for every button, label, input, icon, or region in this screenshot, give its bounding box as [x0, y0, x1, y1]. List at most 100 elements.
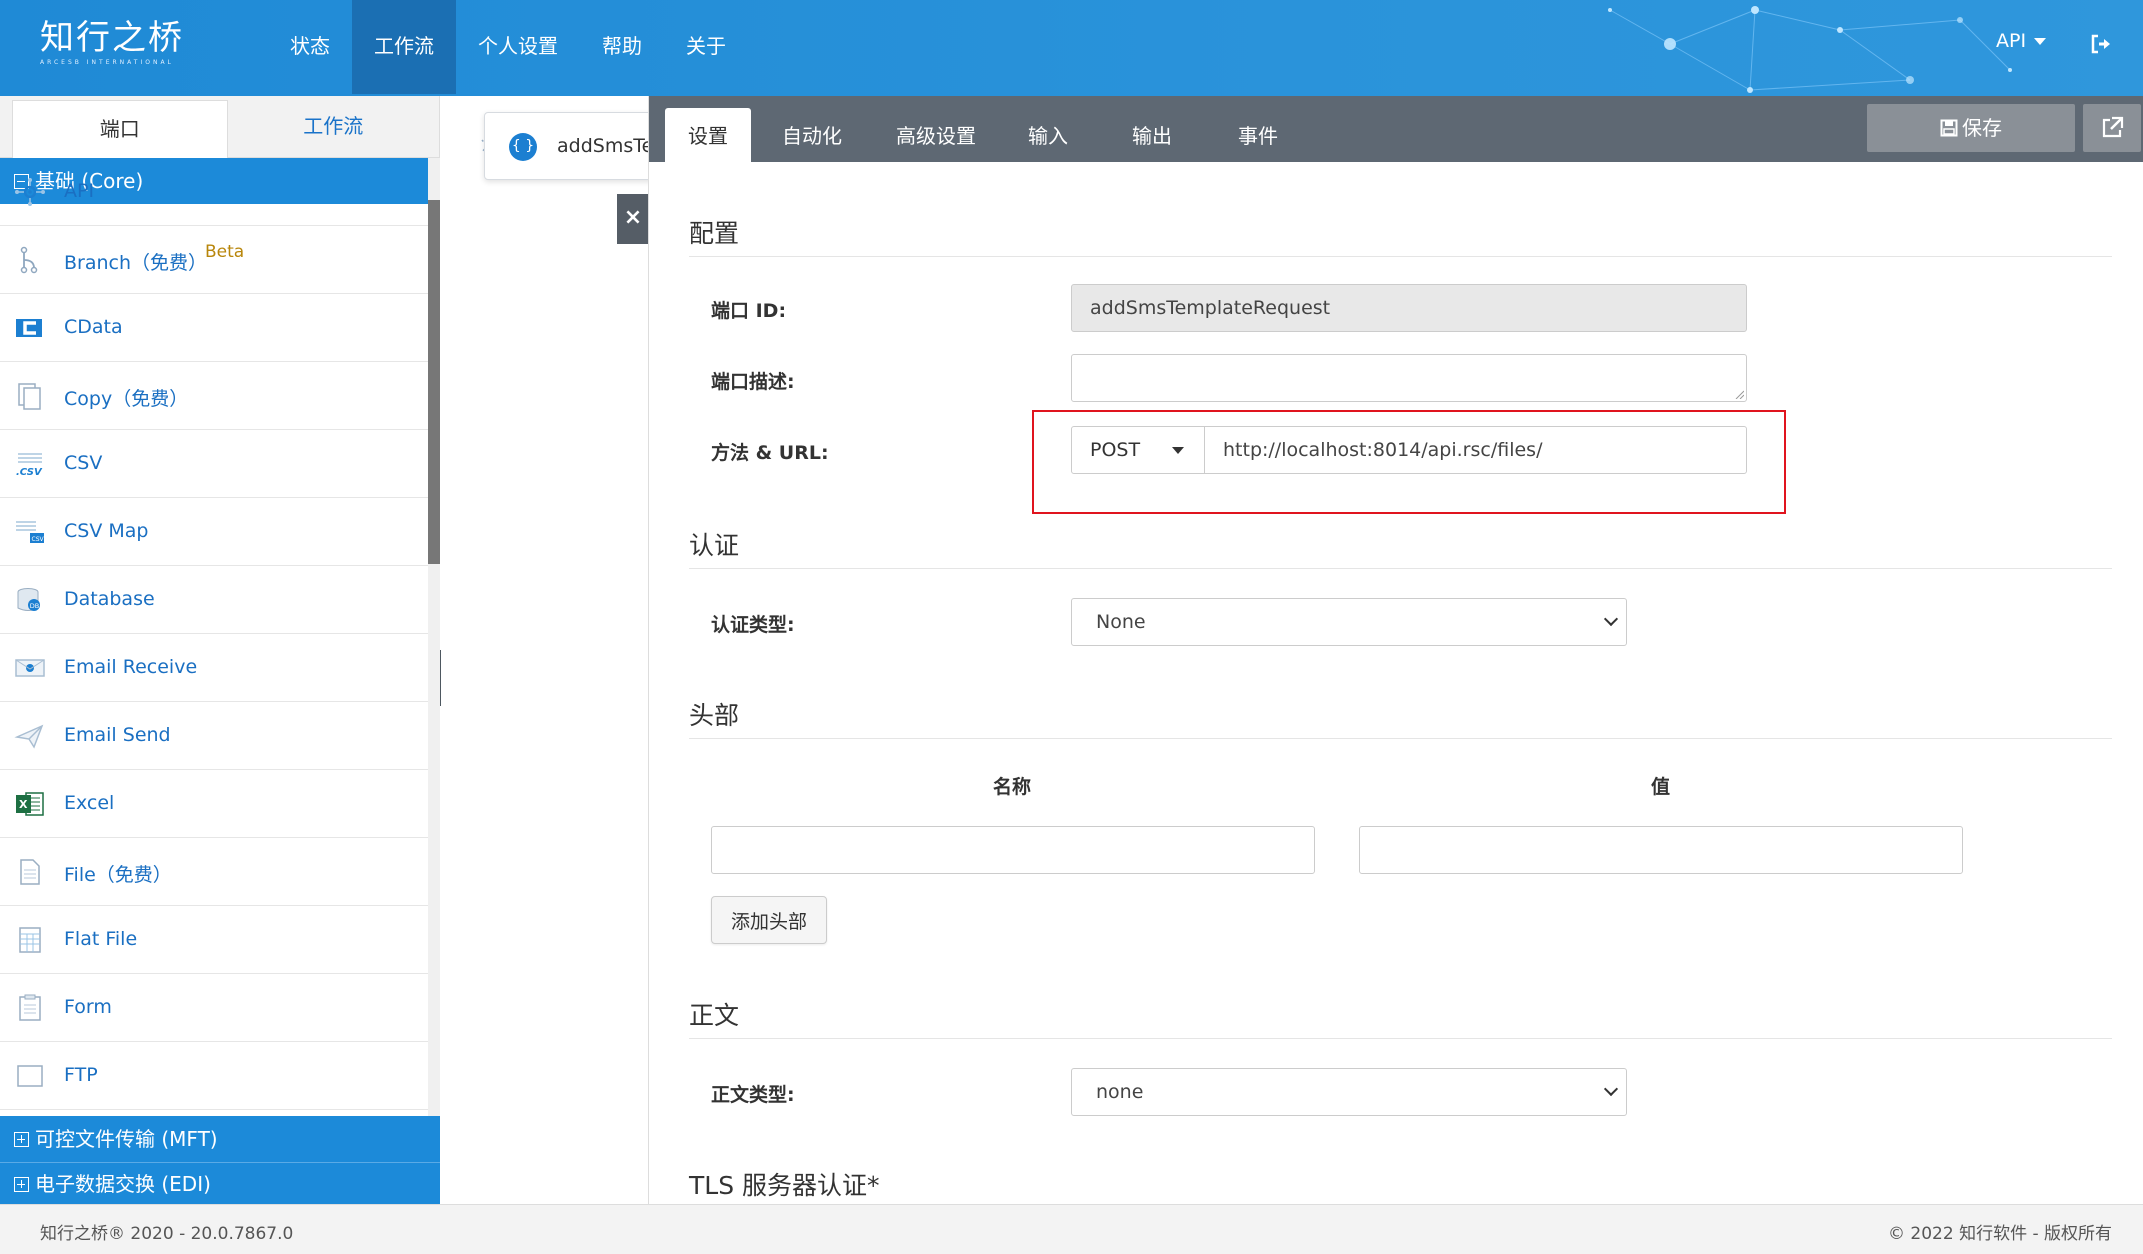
- port-id-label: 端口 ID:: [711, 300, 787, 322]
- port-description-label: 端口描述:: [711, 371, 795, 393]
- nav-status[interactable]: 状态: [268, 0, 352, 94]
- auth-type-select[interactable]: None: [1071, 598, 1627, 646]
- connector-label: Email Send: [64, 724, 171, 746]
- list-item[interactable]: .CSV CSV: [0, 430, 428, 498]
- header-value-input[interactable]: [1359, 826, 1963, 874]
- footer-copyright: © 2022 知行软件 - 版权所有: [1888, 1224, 2113, 1244]
- list-item[interactable]: API: [0, 158, 428, 226]
- connector-label: API: [64, 180, 95, 202]
- nav-about[interactable]: 关于: [664, 0, 748, 94]
- tab-settings[interactable]: 设置: [665, 108, 751, 162]
- nav-profile[interactable]: 个人设置: [456, 0, 580, 94]
- main-nav: 状态 工作流 个人设置 帮助 关于: [268, 0, 748, 94]
- tab-advanced[interactable]: 高级设置: [881, 108, 991, 162]
- nav-help[interactable]: 帮助: [580, 0, 664, 94]
- divider: [689, 1038, 2112, 1039]
- list-item[interactable]: Copy（免费）: [0, 362, 428, 430]
- connector-label: Database: [64, 588, 155, 610]
- connector-label: CSV Map: [64, 520, 149, 542]
- api-dropdown-label: API: [1996, 30, 2027, 52]
- list-item[interactable]: CData: [0, 294, 428, 362]
- add-header-button[interactable]: 添加头部: [711, 896, 827, 944]
- sidebar-scrollbar-thumb[interactable]: [428, 200, 440, 564]
- group-edi-header[interactable]: 电子数据交换 (EDI): [0, 1163, 440, 1205]
- connector-label: Email Receive: [64, 656, 198, 678]
- list-item[interactable]: Form: [0, 974, 428, 1042]
- json-braces-icon: { }: [509, 133, 537, 161]
- branch-icon: [20, 246, 38, 274]
- list-item[interactable]: Email Receive: [0, 634, 428, 702]
- body-type-value: none: [1096, 1081, 1144, 1103]
- top-navbar: 知行之桥 ARCESB INTERNATIONAL 状态 工作流 个人设置 帮助…: [0, 0, 2143, 96]
- http-method-select[interactable]: POST: [1071, 426, 1205, 474]
- auth-type-label: 认证类型:: [711, 614, 795, 636]
- svg-text:X: X: [19, 798, 28, 811]
- tab-automation[interactable]: 自动化: [767, 108, 857, 162]
- list-item[interactable]: Flat File: [0, 906, 428, 974]
- group-edi[interactable]: 电子数据交换 (EDI): [0, 1162, 440, 1205]
- section-headers-title: 头部: [689, 701, 740, 730]
- workflow-canvas[interactable]: [441, 96, 648, 1204]
- list-item[interactable]: DB Database: [0, 566, 428, 634]
- api-icon: [15, 178, 45, 206]
- port-description-textarea[interactable]: [1071, 354, 1747, 402]
- csv-icon: .CSV: [16, 453, 43, 478]
- list-item[interactable]: CSV CSV Map: [0, 498, 428, 566]
- logout-icon[interactable]: [2090, 33, 2112, 55]
- node-label: addSmsTemplateRequest: [557, 135, 653, 157]
- app-logo[interactable]: 知行之桥 ARCESB INTERNATIONAL: [40, 18, 190, 78]
- nav-workflow[interactable]: 工作流: [352, 0, 456, 94]
- save-button[interactable]: 保存: [1867, 104, 2075, 152]
- port-id-input[interactable]: addSmsTemplateRequest: [1071, 284, 1747, 332]
- connector-label: FTP: [64, 1064, 98, 1086]
- tab-events[interactable]: 事件: [1223, 108, 1293, 162]
- list-item[interactable]: FTP: [0, 1042, 428, 1110]
- header-value-column: 值: [1651, 776, 1671, 798]
- method-url-label: 方法 & URL:: [711, 442, 829, 464]
- header-name-input[interactable]: [711, 826, 1315, 874]
- group-edi-label: 电子数据交换 (EDI): [35, 1172, 211, 1196]
- list-item[interactable]: Branch（免费） Beta: [0, 226, 428, 294]
- divider: [689, 256, 2112, 257]
- body-type-select[interactable]: none: [1071, 1068, 1627, 1116]
- api-dropdown[interactable]: API: [1996, 30, 2047, 52]
- footer-version: 知行之桥® 2020 - 20.0.7867.0: [40, 1224, 294, 1244]
- workflow-node[interactable]: { } addSmsTemplateRequest: [484, 112, 654, 180]
- list-item[interactable]: File（免费）: [0, 838, 428, 906]
- connector-label: CSV: [64, 452, 103, 474]
- caret-down-icon: [1172, 447, 1184, 454]
- chevron-down-icon: [1603, 1081, 1619, 1097]
- url-input[interactable]: http://localhost:8014/api.rsc/files/: [1204, 426, 1747, 474]
- expand-icon: [14, 1132, 29, 1147]
- chevron-down-icon: [1603, 611, 1619, 627]
- group-mft[interactable]: 可控文件传输 (MFT): [0, 1116, 440, 1162]
- close-node-button[interactable]: ×: [617, 194, 649, 244]
- open-external-button[interactable]: [2083, 104, 2141, 152]
- copy-icon: [18, 383, 41, 410]
- database-icon: DB: [17, 588, 40, 611]
- http-method-value: POST: [1090, 439, 1141, 461]
- resize-grip-icon[interactable]: [1734, 389, 1744, 399]
- tab-output[interactable]: 输出: [1117, 108, 1187, 162]
- group-mft-header[interactable]: 可控文件传输 (MFT): [0, 1116, 440, 1162]
- tab-ports[interactable]: 端口: [12, 100, 228, 158]
- port-settings-panel: 设置 自动化 高级设置 输入 输出 事件 保存 配置 端口 ID: addSms…: [648, 96, 2143, 1204]
- port-id-value: addSmsTemplateRequest: [1090, 297, 1331, 319]
- section-tls-title: TLS 服务器认证*: [689, 1171, 880, 1200]
- divider: [689, 568, 2112, 569]
- list-item[interactable]: Email Send: [0, 702, 428, 770]
- caret-down-icon: [2034, 38, 2047, 45]
- list-item[interactable]: X Excel: [0, 770, 428, 838]
- section-body-title: 正文: [689, 1001, 740, 1030]
- tab-workflows[interactable]: 工作流: [228, 96, 440, 158]
- settings-tabs: 设置 自动化 高级设置 输入 输出 事件 保存: [649, 96, 2143, 162]
- connector-label: Excel: [64, 792, 115, 814]
- connector-label: Branch（免费）: [64, 252, 208, 274]
- tab-input[interactable]: 输入: [1013, 108, 1083, 162]
- file-icon: [20, 859, 40, 885]
- url-value: http://localhost:8014/api.rsc/files/: [1223, 439, 1543, 461]
- svg-text:CSV: CSV: [32, 536, 45, 543]
- sidebar-tabs: 端口 工作流: [0, 96, 439, 158]
- save-button-label: 保存: [1962, 116, 2002, 140]
- svg-text:DB: DB: [30, 602, 39, 610]
